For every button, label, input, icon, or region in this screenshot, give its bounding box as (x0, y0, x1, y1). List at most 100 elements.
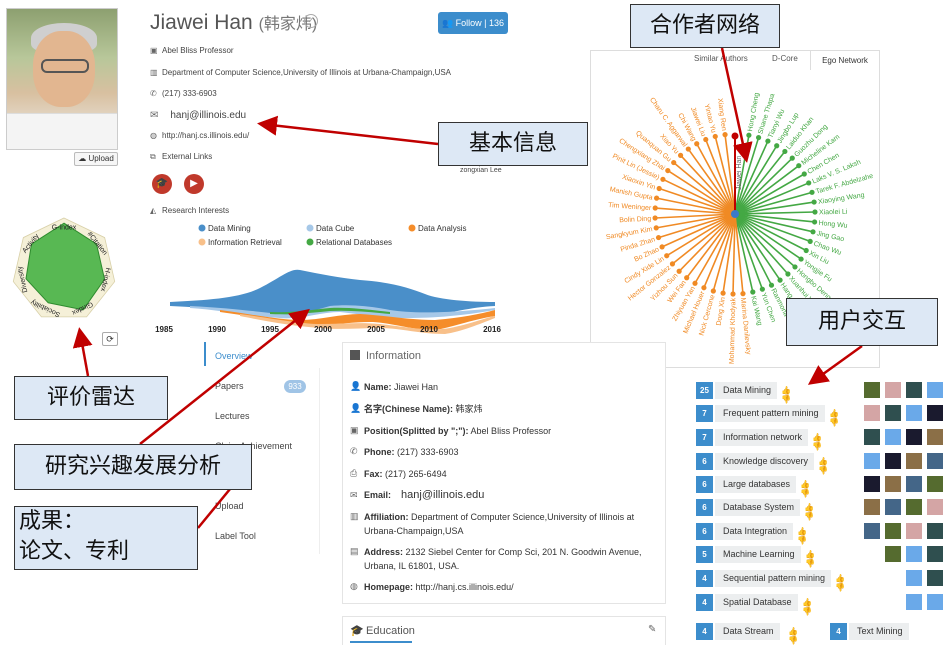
ego-node[interactable] (759, 286, 765, 292)
ego-node[interactable] (798, 256, 804, 262)
ego-node[interactable] (685, 146, 691, 152)
coauthor-avatar[interactable] (927, 523, 943, 539)
ego-node[interactable] (676, 268, 682, 274)
interest-label[interactable]: Frequent pattern mining (715, 405, 825, 422)
coauthor-avatar[interactable] (864, 453, 880, 469)
coauthor-avatar[interactable] (885, 382, 901, 398)
interest-label[interactable]: Machine Learning (715, 546, 801, 563)
nav-lectures[interactable]: Lectures (215, 411, 250, 421)
ego-node[interactable] (692, 280, 698, 286)
interest-label[interactable]: Text Mining (849, 623, 909, 640)
youtube-link-icon[interactable]: ▶ (184, 174, 204, 194)
ego-node[interactable] (703, 136, 709, 143)
coauthor-avatar[interactable] (906, 570, 922, 586)
coauthor-avatar[interactable] (906, 499, 922, 515)
ego-node[interactable] (765, 138, 771, 144)
ego-node[interactable] (785, 271, 791, 277)
coauthor-avatar[interactable] (906, 594, 922, 610)
coauthor-avatar[interactable] (885, 476, 901, 492)
ego-node[interactable] (777, 277, 783, 283)
ego-node[interactable] (710, 288, 716, 294)
ego-center-node[interactable] (731, 210, 739, 218)
vote-thumbs-icon[interactable]: 👍👎 (804, 503, 814, 521)
info-home-value[interactable]: http://hanj.cs.illinois.edu/ (416, 582, 514, 592)
coauthor-avatar[interactable] (906, 476, 922, 492)
profile-homepage-link[interactable]: http://hanj.cs.illinois.edu/ (162, 131, 249, 140)
coauthor-avatar[interactable] (927, 382, 943, 398)
ego-node-label[interactable]: Xiaolei Li (819, 209, 848, 217)
coauthor-avatar[interactable] (864, 405, 880, 421)
tab-similar-authors[interactable]: Similar Authors (694, 54, 748, 63)
interest-label[interactable]: Data Mining (715, 382, 778, 399)
interest-label[interactable]: Data Stream (715, 623, 780, 640)
ego-node-label[interactable]: Mohammad Khodyak (729, 297, 738, 364)
coauthor-avatar[interactable] (864, 523, 880, 539)
nav-papers[interactable]: Papers (215, 381, 244, 391)
vote-thumbs-icon[interactable]: 👍👎 (818, 457, 828, 475)
edit-icon[interactable]: ✎ (648, 624, 656, 635)
coauthor-avatar[interactable] (885, 499, 901, 515)
ego-node[interactable] (730, 291, 736, 297)
coauthor-avatar[interactable] (927, 453, 943, 469)
vote-thumbs-icon[interactable]: 👍👎 (812, 433, 822, 451)
photo-upload-button[interactable]: ☁ Upload (74, 152, 118, 166)
ego-node[interactable] (746, 132, 752, 138)
vote-thumbs-icon[interactable]: 👍👎 (781, 386, 791, 404)
ego-node[interactable] (722, 132, 728, 138)
ego-node[interactable] (740, 291, 746, 297)
coauthor-avatar[interactable] (927, 499, 943, 515)
ego-highlight-node[interactable] (731, 132, 739, 140)
ego-node[interactable] (796, 163, 802, 169)
ego-node[interactable] (812, 219, 818, 225)
ego-node[interactable] (652, 205, 658, 211)
ego-node[interactable] (684, 275, 690, 281)
ego-node[interactable] (774, 143, 780, 149)
ego-node[interactable] (653, 195, 660, 201)
nav-upload[interactable]: Upload (215, 501, 244, 511)
coauthor-avatar[interactable] (864, 499, 880, 515)
ego-node[interactable] (660, 176, 666, 182)
coauthor-avatar[interactable] (927, 405, 943, 421)
ego-node-label[interactable]: Bolin Ding (619, 216, 651, 225)
ego-node-label[interactable]: Dong Xin (716, 297, 727, 327)
ego-node[interactable] (669, 261, 676, 267)
coauthor-avatar[interactable] (906, 382, 922, 398)
ego-node[interactable] (755, 134, 762, 141)
ego-node[interactable] (671, 159, 677, 166)
coauthor-avatar[interactable] (906, 405, 922, 421)
ego-node[interactable] (811, 199, 817, 205)
ego-node-label[interactable]: Xiang Ren (716, 98, 727, 131)
interest-label[interactable]: Database System (715, 499, 801, 516)
profile-email-text[interactable]: hanj@illinois.edu (170, 110, 246, 121)
ego-node[interactable] (806, 180, 812, 186)
ego-node-label[interactable]: Tim Weninger (608, 202, 652, 212)
ego-node[interactable] (665, 167, 671, 174)
interest-label[interactable]: Large databases (715, 476, 797, 493)
coauthor-avatar[interactable] (864, 476, 880, 492)
ego-node[interactable] (812, 209, 818, 215)
vote-thumbs-icon[interactable]: 👍👎 (805, 550, 815, 568)
vote-thumbs-icon[interactable]: 👍👎 (835, 574, 845, 592)
ego-node[interactable] (803, 247, 809, 254)
interest-label[interactable]: Knowledge discovery (715, 453, 815, 470)
interest-label[interactable]: Sequential pattern mining (715, 570, 832, 587)
coauthor-avatar[interactable] (927, 429, 943, 445)
ego-node[interactable] (750, 289, 756, 295)
interest-label[interactable]: Data Integration (715, 523, 794, 540)
vote-thumbs-icon[interactable]: 👍👎 (802, 598, 812, 616)
coauthor-avatar[interactable] (927, 570, 943, 586)
ego-node[interactable] (677, 152, 684, 158)
scholar-link-icon[interactable]: 🎓 (152, 174, 172, 194)
ego-node[interactable] (652, 215, 658, 221)
coauthor-avatar[interactable] (885, 453, 901, 469)
ego-node[interactable] (782, 148, 788, 155)
ego-node[interactable] (809, 189, 815, 195)
interest-label[interactable]: Information network (715, 429, 809, 446)
ego-node-label[interactable]: Kai Wang (749, 295, 763, 326)
ego-node[interactable] (659, 244, 665, 250)
ego-node[interactable] (664, 253, 670, 259)
nav-overview[interactable]: Overview (215, 351, 253, 361)
ego-node[interactable] (701, 285, 707, 291)
refresh-icon[interactable]: ⟳ (102, 332, 118, 346)
coauthor-avatar[interactable] (906, 546, 922, 562)
